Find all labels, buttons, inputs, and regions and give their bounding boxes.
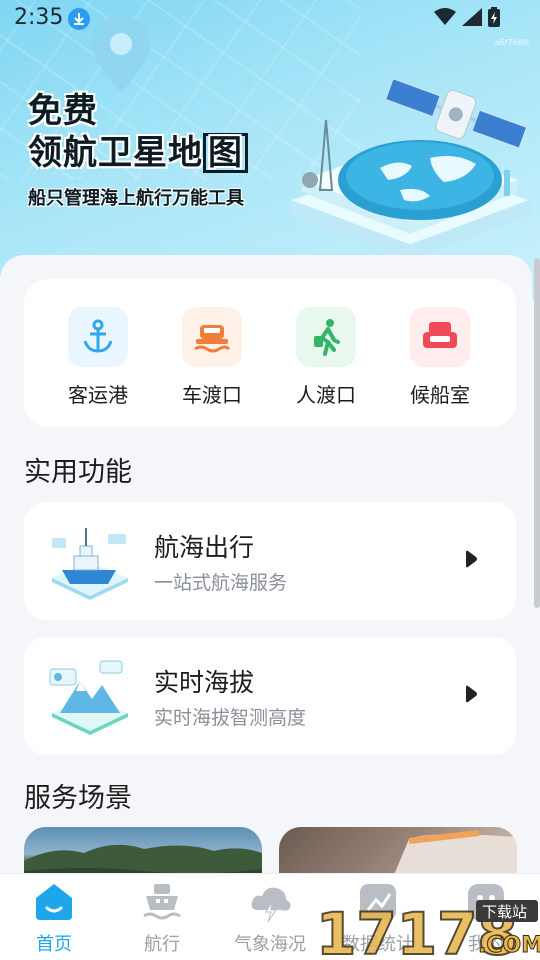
watermark-tag: 下载站 xyxy=(482,903,527,921)
hero-title: 免费 领航卫星地图 xyxy=(28,90,248,174)
ship-icon xyxy=(140,880,184,924)
quick-action-label: 人渡口 xyxy=(296,383,356,407)
nav-label: 航行 xyxy=(144,934,180,955)
section-title-practical: 实用功能 xyxy=(24,457,132,488)
hero-title-prefix: 领航卫星地 xyxy=(28,133,203,173)
hero-subtitle: 船只管理海上航行万能工具 xyxy=(28,188,244,209)
nav-sailing[interactable]: 航行 xyxy=(108,880,216,956)
quick-action-pedestrian-ferry[interactable]: 人渡口 xyxy=(276,307,376,408)
feature-card-navigation[interactable]: 航海出行 一站式航海服务 xyxy=(24,502,516,620)
section-title-scenes: 服务场景 xyxy=(24,783,132,814)
chevron-right-icon xyxy=(466,550,477,568)
quick-actions-card: 客运港 车渡口 人渡口 候船室 xyxy=(24,279,516,427)
signal-icon xyxy=(462,8,482,26)
nav-label: 气象海况 xyxy=(234,934,306,955)
quick-action-label: 车渡口 xyxy=(182,383,242,407)
feature-title: 实时海拔 xyxy=(154,668,255,697)
feature-subtitle: 实时海拔智测高度 xyxy=(154,707,307,729)
feature-card-altitude[interactable]: 实时海拔 实时海拔智测高度 xyxy=(24,637,516,755)
site-watermark: 17178 下载站 .COM xyxy=(316,899,540,960)
download-icon xyxy=(68,8,90,30)
nav-home[interactable]: 首页 xyxy=(0,880,108,956)
home-icon xyxy=(32,880,76,924)
hero-title-line1: 免费 xyxy=(28,91,98,131)
quick-action-car-ferry[interactable]: 车渡口 xyxy=(162,307,262,408)
weather-icon xyxy=(248,880,292,924)
status-bar: 2:35 a6f766fc xyxy=(0,0,540,47)
wifi-icon xyxy=(434,8,456,25)
battery-icon xyxy=(488,7,500,27)
ship-illustration-icon xyxy=(52,528,128,600)
hero-title-boxed: 图 xyxy=(203,133,248,173)
hero-title-line2: 领航卫星地图 xyxy=(28,132,248,174)
status-time: 2:35 xyxy=(14,5,64,30)
quick-action-waiting-room[interactable]: 候船室 xyxy=(390,307,490,408)
walking-person-icon xyxy=(296,307,356,367)
quick-action-passenger-port[interactable]: 客运港 xyxy=(48,307,148,408)
scrollbar[interactable] xyxy=(534,258,540,608)
chevron-right-icon xyxy=(466,685,477,703)
nav-weather[interactable]: 气象海况 xyxy=(216,880,324,956)
quick-action-label: 客运港 xyxy=(68,383,128,407)
feature-subtitle: 一站式航海服务 xyxy=(154,572,288,594)
watermark-domain: .COM xyxy=(478,933,540,958)
car-ferry-icon xyxy=(182,307,242,367)
feature-title: 航海出行 xyxy=(154,533,255,562)
anchor-icon xyxy=(68,307,128,367)
mountain-altitude-icon xyxy=(49,660,128,735)
nav-label: 首页 xyxy=(36,934,72,955)
waiting-seat-icon xyxy=(410,307,470,367)
satellite-globe-illustration xyxy=(288,78,532,260)
quick-action-label: 候船室 xyxy=(410,383,470,407)
